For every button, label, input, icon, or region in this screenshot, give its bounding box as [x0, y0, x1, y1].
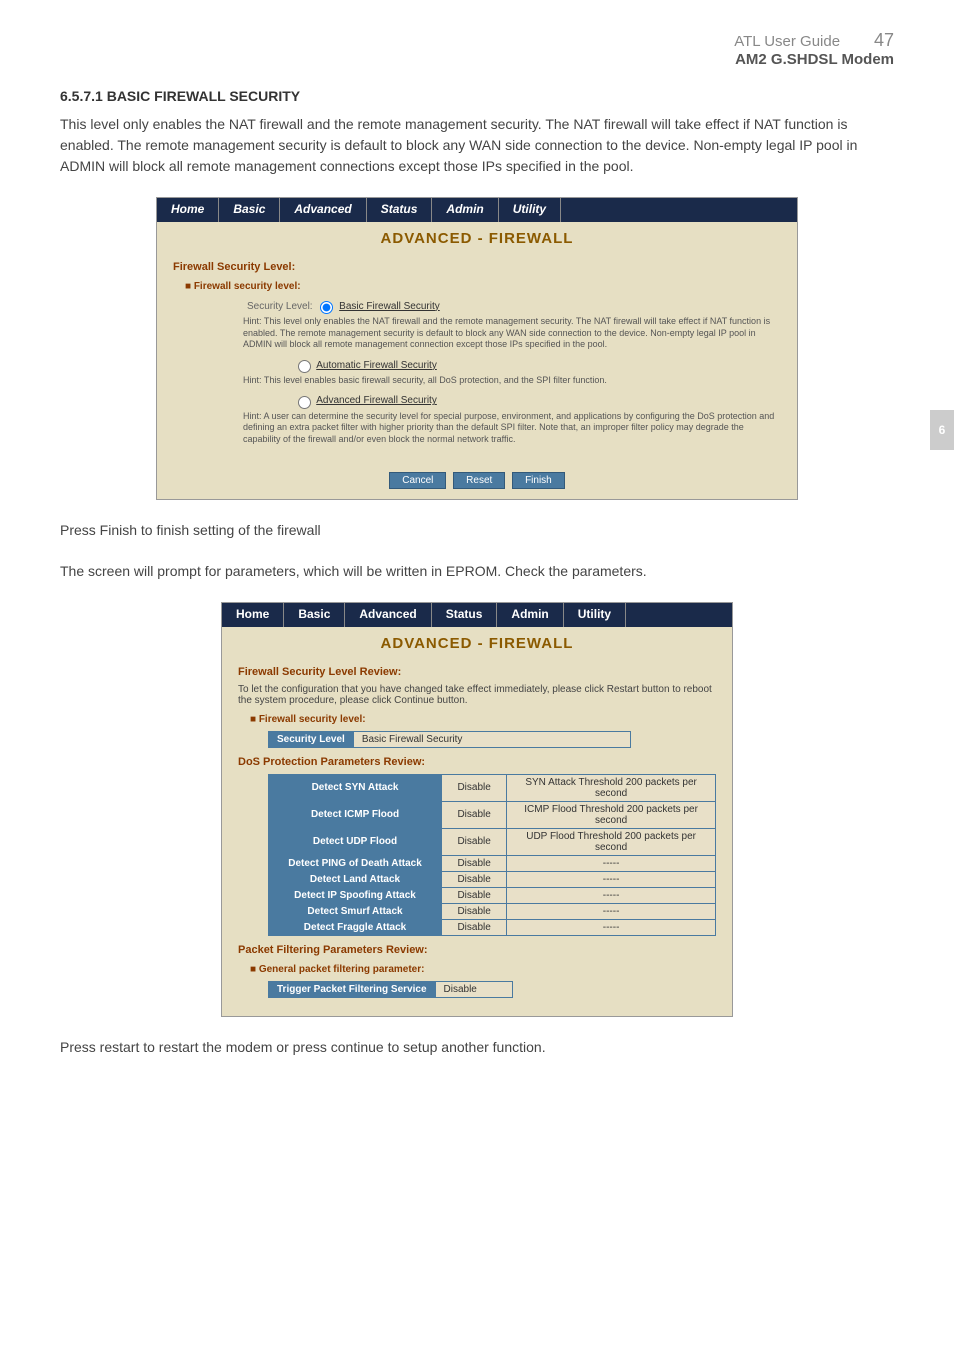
firewall-level-bullet: Firewall security level:: [185, 281, 781, 292]
security-level-value: Basic Firewall Security: [353, 731, 630, 747]
radio-advanced-label: Advanced Firewall Security: [316, 395, 437, 406]
dos-row-status: Disable: [442, 828, 507, 855]
reset-button[interactable]: Reset: [453, 472, 505, 489]
dos-row-note: UDP Flood Threshold 200 packets per seco…: [507, 828, 716, 855]
cancel-button[interactable]: Cancel: [389, 472, 446, 489]
hint-advanced: Hint: A user can determine the security …: [243, 411, 781, 446]
dos-row-status: Disable: [442, 871, 507, 887]
dos-row-name: Detect Smurf Attack: [269, 903, 442, 919]
dos-row-note: -----: [507, 887, 716, 903]
tab-status-2[interactable]: Status: [432, 603, 498, 627]
radio-automatic[interactable]: [298, 360, 311, 373]
press-restart-text: Press restart to restart the modem or pr…: [60, 1037, 894, 1058]
dos-row-name: Detect SYN Attack: [269, 774, 442, 801]
dos-row-name: Detect Land Attack: [269, 871, 442, 887]
dos-row-status: Disable: [442, 919, 507, 935]
tab-utility-2[interactable]: Utility: [564, 603, 626, 627]
trigger-table: Trigger Packet Filtering Service Disable: [268, 981, 513, 998]
dos-row-name: Detect Fraggle Attack: [269, 919, 442, 935]
nav-tabs-2: Home Basic Advanced Status Admin Utility: [222, 603, 732, 627]
dos-row-note: ICMP Flood Threshold 200 packets per sec…: [507, 801, 716, 828]
chapter-side-tab: 6: [930, 410, 954, 450]
screenshot-review: Home Basic Advanced Status Admin Utility…: [221, 602, 733, 1017]
dos-table: Detect SYN AttackDisableSYN Attack Thres…: [268, 774, 716, 936]
page-header: ATL User Guide 47 AM2 G.SHDSL Modem: [60, 30, 894, 68]
review-bullet-2: General packet filtering parameter:: [250, 964, 716, 975]
radio-basic-label: Basic Firewall Security: [339, 301, 440, 312]
dos-row-status: Disable: [442, 887, 507, 903]
hint-automatic: Hint: This level enables basic firewall …: [243, 375, 781, 387]
prompt-text: The screen will prompt for parameters, w…: [60, 561, 894, 582]
model-name: AM2 G.SHDSL Modem: [735, 51, 894, 68]
dos-row-note: -----: [507, 919, 716, 935]
radio-basic[interactable]: [320, 301, 333, 314]
screenshot-firewall-level: Home Basic Advanced Status Admin Utility…: [156, 197, 798, 500]
dos-row-status: Disable: [442, 801, 507, 828]
tab-utility[interactable]: Utility: [499, 198, 561, 222]
security-level-table: Security Level Basic Firewall Security: [268, 731, 631, 748]
radio-advanced[interactable]: [298, 396, 311, 409]
dos-row-note: SYN Attack Threshold 200 packets per sec…: [507, 774, 716, 801]
security-level-label: Security Level:: [247, 301, 313, 312]
packet-review-label: Packet Filtering Parameters Review:: [238, 944, 716, 956]
page-number: 47: [874, 30, 894, 50]
dos-row-note: -----: [507, 871, 716, 887]
tab-basic[interactable]: Basic: [219, 198, 280, 222]
guide-title: ATL User Guide: [734, 33, 840, 50]
dos-row-name: Detect UDP Flood: [269, 828, 442, 855]
hint-basic: Hint: This level only enables the NAT fi…: [243, 316, 781, 351]
button-row: Cancel Reset Finish: [157, 462, 797, 499]
tab-admin-2[interactable]: Admin: [497, 603, 563, 627]
tab-spacer: [561, 198, 797, 222]
section-heading: 6.5.7.1 BASIC FIREWALL SECURITY: [60, 88, 894, 104]
dos-row-status: Disable: [442, 774, 507, 801]
tab-home[interactable]: Home: [157, 198, 219, 222]
dos-row-status: Disable: [442, 855, 507, 871]
review-text: To let the configuration that you have c…: [238, 684, 716, 706]
dos-review-label: DoS Protection Parameters Review:: [238, 756, 716, 768]
dos-row-status: Disable: [442, 903, 507, 919]
trigger-header: Trigger Packet Filtering Service: [269, 981, 436, 997]
tab-home-2[interactable]: Home: [222, 603, 284, 627]
screen-title: ADVANCED - FIREWALL: [157, 222, 797, 251]
tab-advanced[interactable]: Advanced: [280, 198, 366, 222]
tab-admin[interactable]: Admin: [432, 198, 498, 222]
dos-row-name: Detect ICMP Flood: [269, 801, 442, 828]
review-label: Firewall Security Level Review:: [238, 666, 716, 678]
press-finish-text: Press Finish to finish setting of the fi…: [60, 520, 894, 541]
intro-paragraph: This level only enables the NAT firewall…: [60, 114, 894, 177]
dos-row-note: -----: [507, 903, 716, 919]
tab-status[interactable]: Status: [367, 198, 433, 222]
dos-row-name: Detect PING of Death Attack: [269, 855, 442, 871]
screen-title-2: ADVANCED - FIREWALL: [222, 627, 732, 656]
tab-basic-2[interactable]: Basic: [284, 603, 345, 627]
tab-advanced-2[interactable]: Advanced: [345, 603, 431, 627]
security-level-header: Security Level: [269, 731, 354, 747]
trigger-value: Disable: [435, 981, 512, 997]
review-bullet-1: Firewall security level:: [250, 714, 716, 725]
radio-automatic-label: Automatic Firewall Security: [316, 360, 437, 371]
nav-tabs: Home Basic Advanced Status Admin Utility: [157, 198, 797, 222]
dos-row-name: Detect IP Spoofing Attack: [269, 887, 442, 903]
firewall-level-label: Firewall Security Level:: [173, 261, 781, 273]
finish-button[interactable]: Finish: [512, 472, 565, 489]
dos-row-note: -----: [507, 855, 716, 871]
